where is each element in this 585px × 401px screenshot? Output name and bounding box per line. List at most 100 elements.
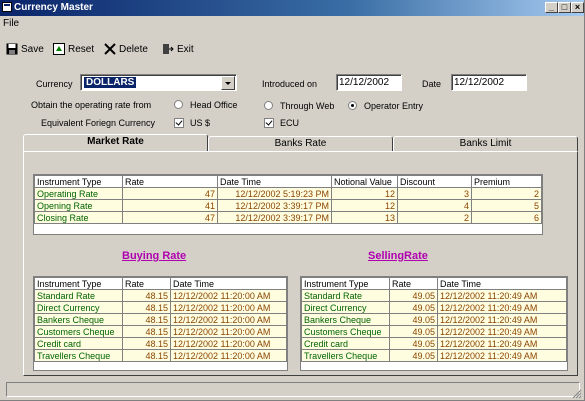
radio-head-office[interactable] [174, 100, 183, 109]
rate-cell[interactable]: 49.05 [389, 325, 438, 338]
resize-grip-icon[interactable] [572, 389, 582, 399]
table-row[interactable]: Travellers Cheque 49.05 12/12/2002 11:20:4… [301, 349, 567, 362]
table-row[interactable]: Closing Rate 47 12/12/2002 3:39:17 PM 13… [34, 211, 542, 224]
instrument-cell[interactable]: Bankers Cheque [301, 313, 390, 326]
reset-button[interactable]: Reset [53, 43, 94, 55]
table-row[interactable]: Direct Currency 49.05 12/12/2002 11:20:49 … [301, 301, 567, 314]
close-button[interactable]: × [571, 2, 584, 13]
date-field[interactable]: 12/12/2002 [451, 74, 527, 91]
datetime-cell[interactable]: 12/12/2002 11:20:49 AM [437, 289, 567, 302]
ecu-label: ECU [280, 118, 300, 128]
table-row[interactable]: Bankers Cheque 48.15 12/12/2002 11:20:00 A… [34, 313, 287, 326]
rate-cell[interactable]: 48.15 [122, 289, 171, 302]
discount-cell[interactable]: 3 [397, 187, 472, 200]
table-row[interactable]: Direct Currency 48.15 12/12/2002 11:20:00 … [34, 301, 287, 314]
rate-cell[interactable]: 49.05 [389, 301, 438, 314]
column-header: Date Time [217, 175, 332, 188]
notional-cell[interactable]: 12 [331, 199, 398, 212]
datetime-cell[interactable]: 12/12/2002 11:20:49 AM [437, 301, 567, 314]
exit-button[interactable]: Exit [162, 43, 194, 55]
premium-cell[interactable]: 6 [471, 211, 542, 224]
instrument-cell[interactable]: Opening Rate [34, 199, 123, 212]
chevron-down-icon[interactable] [221, 76, 235, 90]
datetime-cell[interactable]: 12/12/2002 11:20:00 AM [170, 289, 287, 302]
introduced-on-field[interactable]: 12/12/2002 [336, 74, 402, 91]
datetime-cell[interactable]: 12/12/2002 11:20:49 AM [437, 337, 567, 350]
rate-cell[interactable]: 49.05 [389, 337, 438, 350]
table-row[interactable]: Standard Rate 48.15 12/12/2002 11:20:00 AM [34, 289, 287, 302]
instrument-cell[interactable]: Travellers Cheque [301, 349, 390, 362]
rate-cell[interactable]: 41 [122, 199, 218, 212]
radio-through-web[interactable] [264, 101, 273, 110]
rate-cell[interactable]: 47 [122, 211, 218, 224]
rate-cell[interactable]: 48.15 [122, 325, 171, 338]
notional-cell[interactable]: 12 [331, 187, 398, 200]
datetime-cell[interactable]: 12/12/2002 11:20:49 AM [437, 325, 567, 338]
operator-entry-label: Operator Entry [364, 101, 424, 111]
datetime-cell[interactable]: 12/12/2002 3:39:17 PM [217, 211, 332, 224]
table-row[interactable]: Standard Rate 49.05 12/12/2002 11:20:49 AM [301, 289, 567, 302]
currency-combo[interactable]: DOLLARS [80, 74, 237, 91]
delete-button[interactable]: Delete [104, 43, 148, 55]
discount-cell[interactable]: 2 [397, 211, 472, 224]
datetime-cell[interactable]: 12/12/2002 11:20:49 AM [437, 349, 567, 362]
datetime-cell[interactable]: 12/12/2002 11:20:00 AM [170, 325, 287, 338]
discount-cell[interactable]: 4 [397, 199, 472, 212]
table-row[interactable]: Operating Rate 47 12/12/2002 5:19:23 PM … [34, 187, 542, 200]
instrument-cell[interactable]: Direct Currency [34, 301, 123, 314]
notional-cell[interactable]: 13 [331, 211, 398, 224]
table-row[interactable]: Bankers Cheque 49.05 12/12/2002 11:20:49 A… [301, 313, 567, 326]
table-row[interactable]: Credit card 48.15 12/12/2002 11:20:00 AM [34, 337, 287, 350]
rate-cell[interactable]: 48.15 [122, 337, 171, 350]
instrument-cell[interactable]: Credit card [34, 337, 123, 350]
datetime-cell[interactable]: 12/12/2002 11:20:00 AM [170, 301, 287, 314]
datetime-cell[interactable]: 12/12/2002 11:20:00 AM [170, 313, 287, 326]
save-button[interactable]: Save [6, 43, 44, 55]
table-row[interactable]: Customers Cheque 48.15 12/12/2002 11:20:00… [34, 325, 287, 338]
instrument-cell[interactable]: Standard Rate [34, 289, 123, 302]
rate-cell[interactable]: 49.05 [389, 289, 438, 302]
selling-rate-grid[interactable]: Instrument Type Rate Date Time Standard … [300, 276, 568, 371]
datetime-cell[interactable]: 12/12/2002 11:20:00 AM [170, 337, 287, 350]
instrument-cell[interactable]: Travellers Cheque [34, 349, 123, 362]
rate-cell[interactable]: 48.15 [122, 301, 171, 314]
market-rate-grid[interactable]: Instrument Type Rate Date Time Notional … [33, 174, 543, 235]
column-header: Instrument Type [301, 277, 390, 290]
premium-cell[interactable]: 5 [471, 199, 542, 212]
maximize-button[interactable]: □ [558, 2, 571, 13]
rate-cell[interactable]: 49.05 [389, 349, 438, 362]
rate-cell[interactable]: 49.05 [389, 313, 438, 326]
datetime-cell[interactable]: 12/12/2002 5:19:23 PM [217, 187, 332, 200]
checkbox-us-dollar[interactable] [174, 118, 184, 128]
table-row[interactable]: Customers Cheque 49.05 12/12/2002 11:20:49… [301, 325, 567, 338]
premium-cell[interactable]: 2 [471, 187, 542, 200]
tab-banks-limit[interactable]: Banks Limit [393, 136, 578, 152]
instrument-cell[interactable]: Customers Cheque [301, 325, 390, 338]
checkbox-ecu[interactable] [264, 118, 274, 128]
table-row[interactable]: Opening Rate 41 12/12/2002 3:39:17 PM 12… [34, 199, 542, 212]
instrument-cell[interactable]: Standard Rate [301, 289, 390, 302]
rate-cell[interactable]: 48.15 [122, 313, 171, 326]
head-office-label: Head Office [190, 100, 238, 110]
rate-cell[interactable]: 48.15 [122, 349, 171, 362]
menu-file[interactable]: File [3, 18, 19, 29]
minimize-button[interactable]: _ [545, 2, 558, 13]
introduced-on-label: Introduced on [262, 79, 318, 89]
instrument-cell[interactable]: Customers Cheque [34, 325, 123, 338]
table-row[interactable]: Credit card 49.05 12/12/2002 11:20:49 AM [301, 337, 567, 350]
instrument-cell[interactable]: Bankers Cheque [34, 313, 123, 326]
instrument-cell[interactable]: Credit card [301, 337, 390, 350]
instrument-cell[interactable]: Operating Rate [34, 187, 123, 200]
datetime-cell[interactable]: 12/12/2002 11:20:49 AM [437, 313, 567, 326]
datetime-cell[interactable]: 12/12/2002 3:39:17 PM [217, 199, 332, 212]
instrument-cell[interactable]: Direct Currency [301, 301, 390, 314]
datetime-cell[interactable]: 12/12/2002 11:20:00 AM [170, 349, 287, 362]
rate-cell[interactable]: 47 [122, 187, 218, 200]
radio-operator-entry[interactable] [348, 101, 357, 110]
tab-banks-rate[interactable]: Banks Rate [208, 136, 393, 152]
table-row[interactable]: Travellers Cheque 48.15 12/12/2002 11:20:0… [34, 349, 287, 362]
instrument-cell[interactable]: Closing Rate [34, 211, 123, 224]
obtain-rate-label: Obtain the operating rate from [31, 100, 152, 110]
buying-rate-grid[interactable]: Instrument Type Rate Date Time Standard … [33, 276, 288, 371]
tab-market-rate[interactable]: Market Rate [23, 134, 208, 152]
